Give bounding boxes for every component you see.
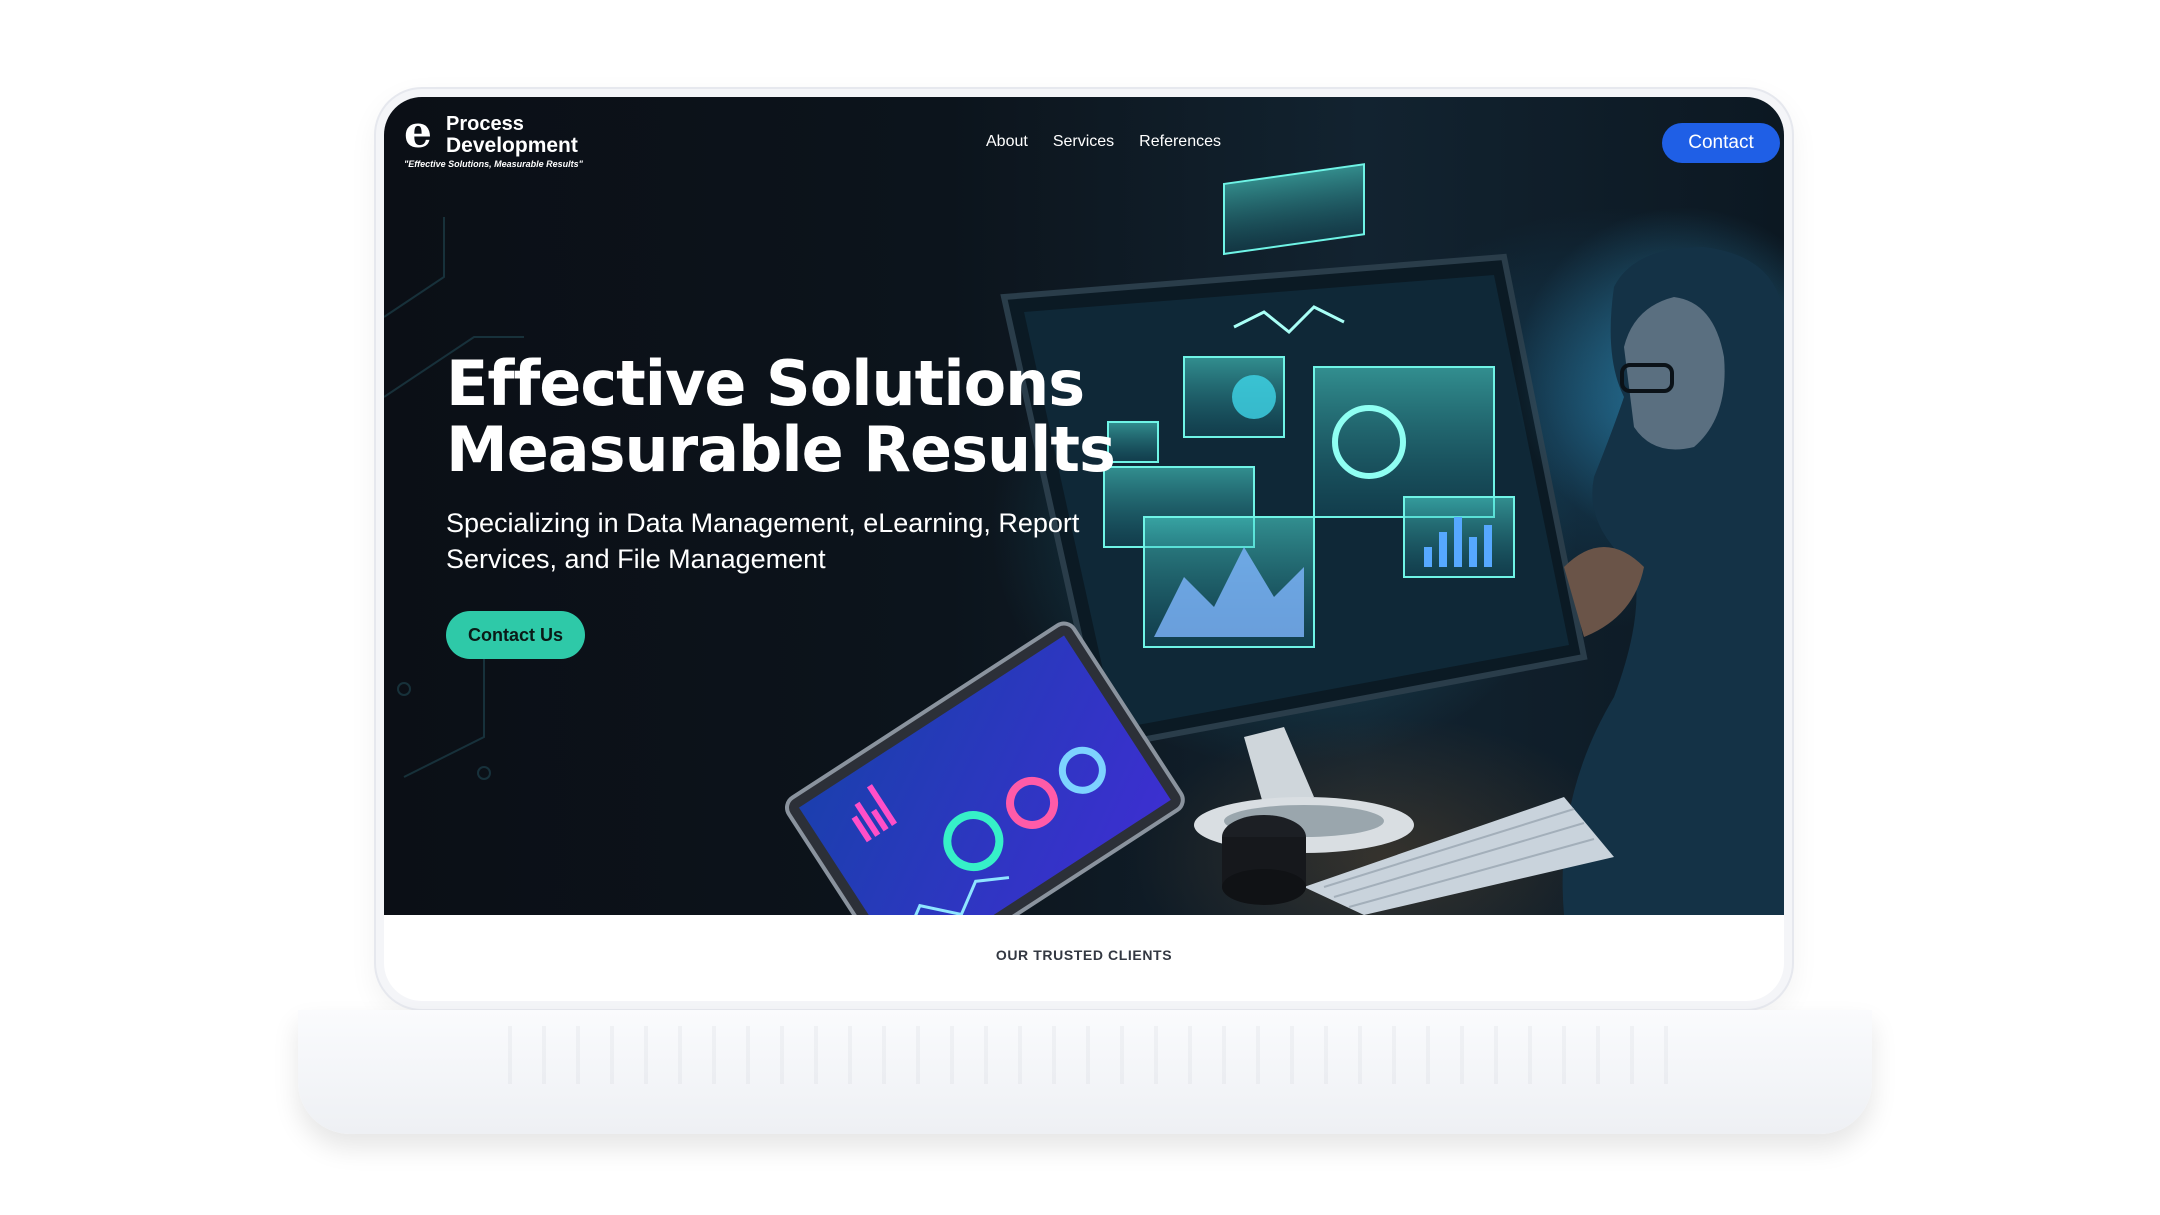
laptop-screen: e Process Development "Effective Solutio… (384, 97, 1784, 1001)
nav-references-link[interactable]: References (1139, 133, 1221, 151)
hero-subheadline: Specializing in Data Management, eLearni… (446, 508, 1080, 574)
nav-about-link[interactable]: About (986, 133, 1028, 151)
laptop-base (298, 1010, 1872, 1134)
hero-headline: Effective Solutions Measurable Results (446, 347, 1116, 486)
logo-tagline: "Effective Solutions, Measurable Results… (404, 159, 583, 169)
hero-section: e Process Development "Effective Solutio… (384, 97, 1784, 915)
nav-services-link[interactable]: Services (1053, 133, 1114, 151)
contact-us-button[interactable]: Contact Us (446, 611, 585, 659)
main-nav: About Services References (986, 133, 1221, 151)
brand-logo[interactable]: e Process Development "Effective Solutio… (404, 111, 604, 171)
contact-button[interactable]: Contact (1662, 123, 1780, 163)
logo-text-line1: Process (446, 113, 524, 135)
trusted-clients-heading: OUR TRUSTED CLIENTS (995, 947, 1173, 963)
hero-headline-line1: Effective Solutions (446, 347, 1085, 420)
hero-headline-line2: Measurable Results (446, 413, 1116, 486)
logo-text-line2: Development (446, 134, 578, 157)
logo-mark: e (404, 107, 432, 158)
